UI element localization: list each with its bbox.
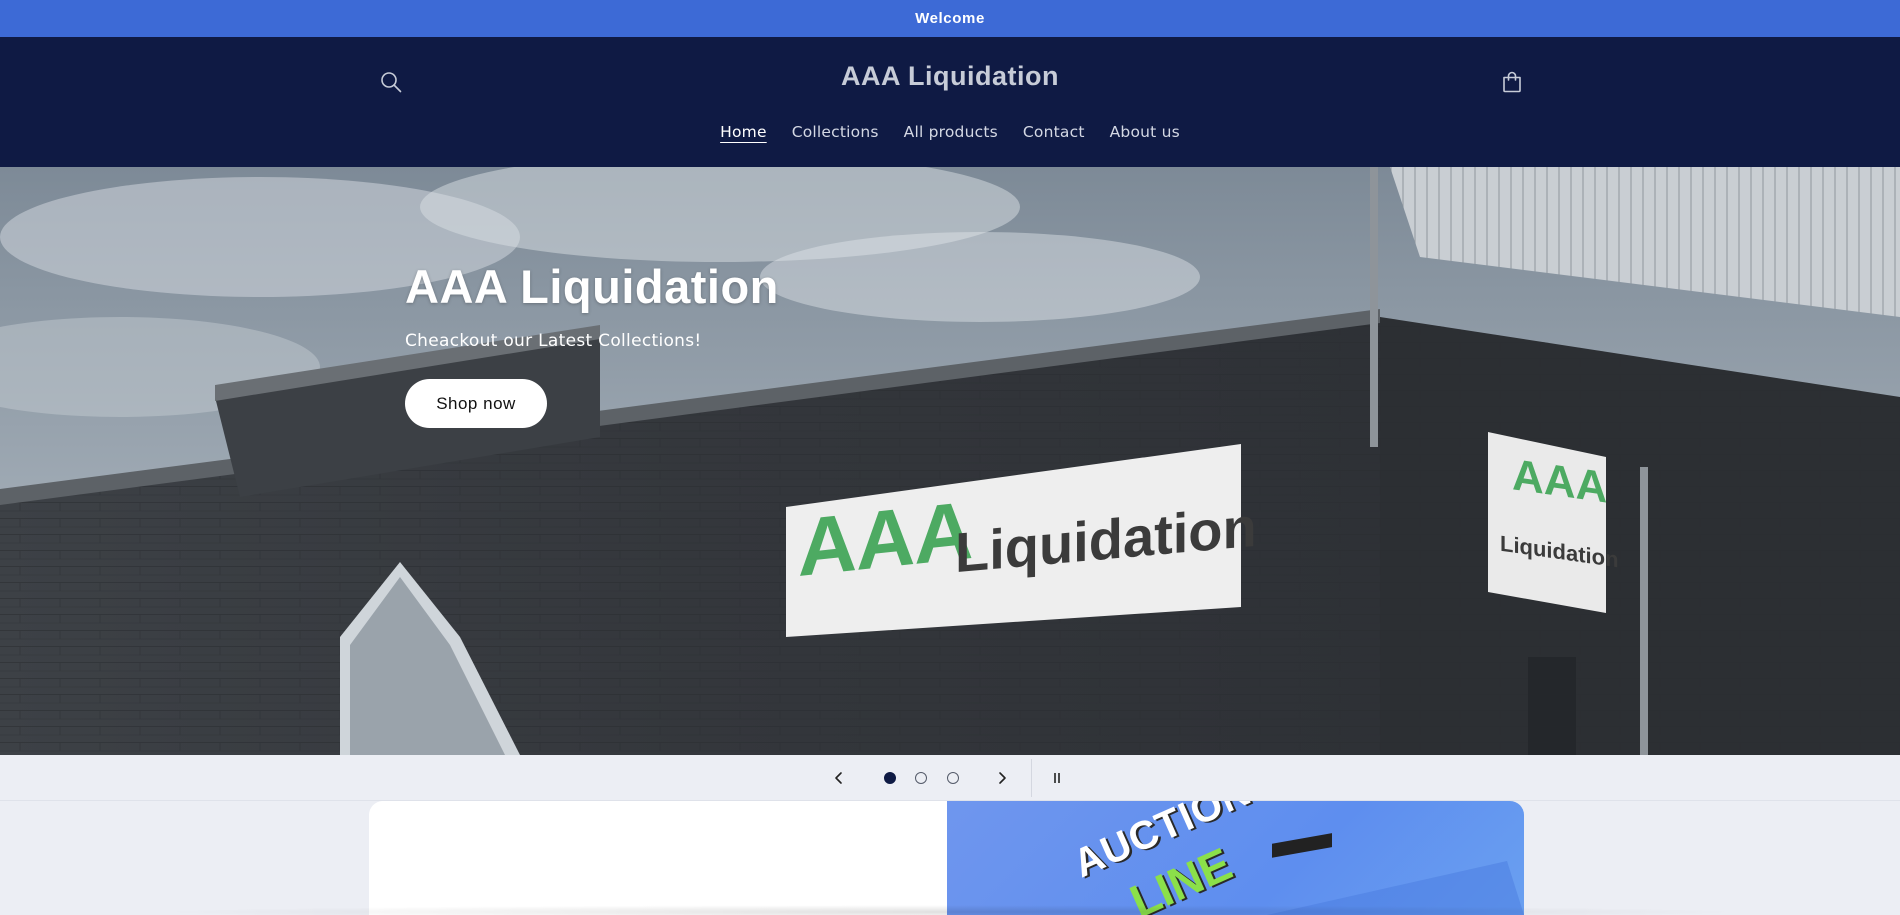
nav-item-contact[interactable]: Contact	[1010, 123, 1097, 141]
section-shadow	[150, 905, 1750, 915]
search-button[interactable]	[376, 67, 406, 97]
site-logo-link[interactable]: AAA Liquidation	[841, 61, 1059, 91]
pause-slideshow-button[interactable]	[1045, 766, 1069, 790]
nav-item-all-products[interactable]: All products	[891, 123, 1010, 141]
promo-image-panel: AUCTION LINE	[947, 801, 1524, 915]
nav-item-collections[interactable]: Collections	[779, 123, 891, 141]
slide-dot-2[interactable]	[915, 772, 927, 784]
slideshow-controls	[0, 755, 1900, 801]
next-slide-button[interactable]	[990, 766, 1014, 790]
main-nav: Home Collections All products Contact Ab…	[0, 123, 1900, 141]
sign-aaa-text: AAA	[798, 484, 973, 595]
hero-title: AAA Liquidation	[405, 260, 779, 313]
site-header: AAA Liquidation Home Collections All pro…	[0, 37, 1900, 167]
announcement-bar: Welcome	[0, 0, 1900, 37]
slide-dot-1[interactable]	[884, 772, 896, 784]
announcement-text: Welcome	[915, 10, 985, 27]
nav-item-home[interactable]: Home	[708, 123, 780, 141]
cart-icon	[1503, 71, 1521, 93]
controls-divider	[1031, 759, 1032, 797]
search-icon	[381, 72, 402, 93]
promo-text-panel	[369, 801, 947, 915]
previous-slide-button[interactable]	[827, 766, 851, 790]
nav-item-about-us[interactable]: About us	[1097, 123, 1192, 141]
hero-slideshow: AAA Liquidation AAA Liquidation AAA Liqu…	[0, 167, 1900, 755]
chevron-left-icon	[835, 772, 842, 784]
hero-background-image	[0, 167, 1900, 755]
cart-button[interactable]	[1497, 67, 1527, 97]
shop-now-button[interactable]: Shop now	[405, 379, 547, 428]
slide-dot-3[interactable]	[947, 772, 959, 784]
hero-subtitle: Cheackout our Latest Collections!	[405, 331, 702, 351]
pause-icon	[1054, 773, 1060, 783]
chevron-right-icon	[999, 772, 1006, 784]
